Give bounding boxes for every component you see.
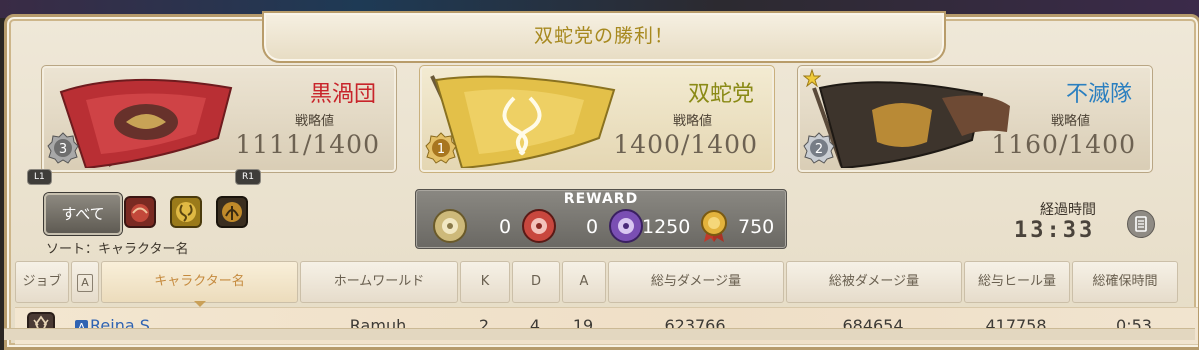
elapsed-time-label: 経過時間	[1040, 202, 1096, 218]
reward-value: 750	[738, 216, 775, 238]
medal-icon	[701, 210, 727, 242]
gold-seal-icon	[433, 209, 467, 243]
strategy-label: 戦略値	[1050, 114, 1090, 129]
column-header-damage-taken[interactable]: 総被ダメージ量	[786, 261, 962, 303]
team-name: 不滅隊	[1065, 82, 1132, 107]
rank-number: 1	[437, 142, 445, 157]
table-header: ジョブ A キャラクター名 ホームワールド K D A 総与ダメージ量 総被ダメ…	[15, 261, 1198, 307]
column-header-home-world[interactable]: ホームワールド	[300, 261, 458, 303]
rank-number: 3	[59, 142, 67, 157]
immortal-flames-icon[interactable]	[216, 196, 248, 228]
maelstrom-icon[interactable]	[124, 196, 156, 228]
memo-icon[interactable]	[1127, 210, 1155, 238]
column-header-healing[interactable]: 総与ヒール量	[964, 261, 1070, 303]
column-header-job[interactable]: ジョブ	[15, 261, 69, 303]
column-header-kills[interactable]: K	[460, 261, 510, 303]
filter-all-button[interactable]: すべて	[44, 193, 122, 235]
reward-panel: REWARD 0 0 1250 750	[415, 189, 787, 249]
title-plate: 双蛇党の勝利！	[262, 11, 946, 63]
column-header-assists[interactable]: A	[562, 261, 606, 303]
strategy-label: 戦略値	[294, 114, 334, 129]
column-header-deaths[interactable]: D	[512, 261, 560, 303]
column-header-damage-dealt[interactable]: 総与ダメージ量	[608, 261, 784, 303]
team-card-immortal-flames: 2 不滅隊 戦略値 1160/1400	[797, 65, 1153, 173]
r1-button-tag: R1	[235, 169, 261, 185]
team-name: 黒渦団	[309, 82, 376, 107]
star-icon	[803, 69, 821, 87]
results-window: 双蛇党の勝利！ 3 黒渦団 戦略値 1111/1400 1 双蛇党 戦略値 14…	[4, 11, 1199, 350]
reward-value: 0	[586, 216, 599, 238]
rank-number: 2	[815, 142, 823, 157]
team-score: 1160/1400	[991, 130, 1136, 159]
reward-title: REWARD	[563, 191, 639, 207]
twin-adder-icon[interactable]	[170, 196, 202, 228]
header-label: キャラクター名	[154, 274, 245, 289]
team-score: 1111/1400	[235, 130, 380, 159]
column-header-capture-time[interactable]: 総確保時間	[1072, 261, 1178, 303]
reward-value: 1250	[642, 216, 691, 238]
reward-value: 0	[499, 216, 512, 238]
team-score: 1400/1400	[613, 130, 758, 159]
team-name: 双蛇党	[687, 82, 754, 107]
next-row-strip	[4, 328, 1195, 340]
column-header-character-name[interactable]: キャラクター名	[101, 261, 298, 307]
strategy-label: 戦略値	[672, 114, 712, 129]
rank-1-badge-icon: 1	[425, 132, 457, 164]
sort-label[interactable]: ソート：キャラクター名	[46, 238, 188, 257]
rank-3-badge-icon: 3	[47, 132, 79, 164]
l1-button-tag: L1	[27, 169, 52, 185]
rank-2-badge-icon: 2	[803, 132, 835, 164]
team-card-maelstrom: 3 黒渦団 戦略値 1111/1400	[41, 65, 397, 173]
column-header-alliance[interactable]: A	[71, 261, 99, 303]
victory-title: 双蛇党の勝利！	[533, 25, 674, 47]
red-seal-icon	[522, 209, 556, 243]
team-card-twin-adder: 1 双蛇党 戦略値 1400/1400	[419, 65, 775, 173]
purple-seal-icon	[609, 209, 643, 243]
elapsed-time-value: 13:33	[1014, 218, 1096, 243]
alliance-badge: A	[77, 274, 93, 292]
